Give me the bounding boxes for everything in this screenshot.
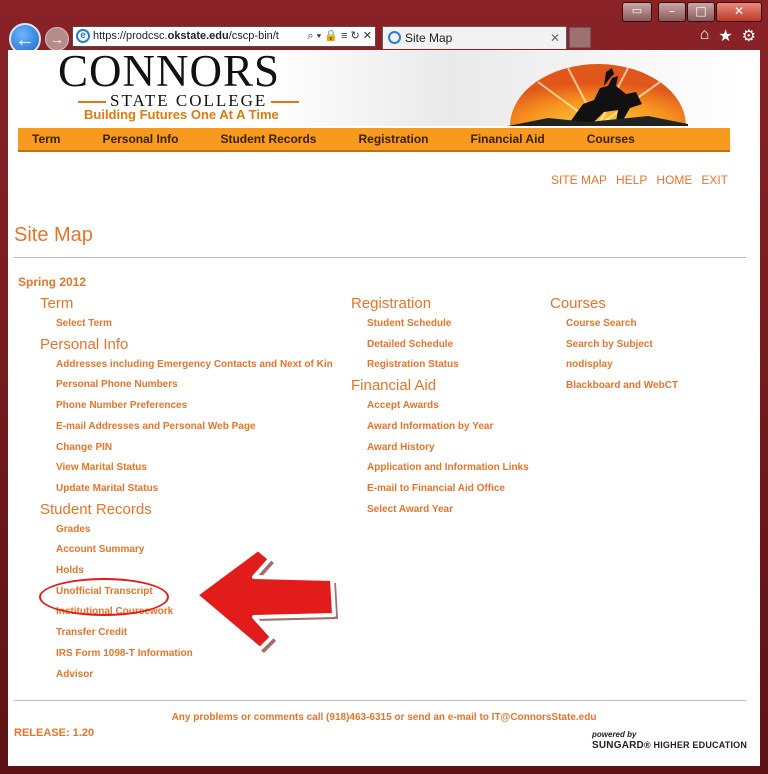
logo-tagline: Building Futures One At A Time [84,107,279,122]
menu-term[interactable]: Term [32,132,60,146]
link-nodisplay[interactable]: nodisplay [550,355,678,376]
link-update-marital-status[interactable]: Update Marital Status [40,479,333,500]
window-option-button[interactable]: ▭ [622,2,652,22]
divider [14,257,746,258]
ie-tab-icon [388,31,401,44]
link-detailed-schedule[interactable]: Detailed Schedule [351,335,529,356]
menu-registration[interactable]: Registration [358,132,428,146]
link-blackboard-webct[interactable]: Blackboard and WebCT [550,376,678,397]
home-link[interactable]: HOME [656,173,692,187]
ie-page-icon: e [76,29,90,43]
link-select-term[interactable]: Select Term [40,314,333,335]
site-map-link[interactable]: SITE MAP [551,173,607,187]
url-prefix: https://prodcsc. [93,30,168,42]
release-version: RELEASE: 1.20 [14,727,95,739]
link-grades[interactable]: Grades [40,520,333,541]
sunset-rider-logo-icon [508,64,688,126]
top-links: SITE MAP HELP HOME EXIT [551,173,728,187]
address-bar[interactable]: e https://prodcsc.okstate.edu/cscp-bin/t… [72,26,376,47]
new-tab-button[interactable] [569,27,591,48]
gear-icon[interactable]: ⚙ [742,26,756,46]
link-accept-awards[interactable]: Accept Awards [351,396,529,417]
support-message: Any problems or comments call (918)463-6… [171,712,597,723]
powered-by-label: powered by [592,730,637,739]
link-addresses[interactable]: Addresses including Emergency Contacts a… [40,355,333,376]
red-arrow-annotation-icon [194,547,338,653]
tab-site-map[interactable]: Site Map ✕ [382,26,567,49]
page-content: CONNORS STATE COLLEGE Building Futures O… [8,50,760,766]
link-advisor[interactable]: Advisor [40,665,333,686]
logo-name: CONNORS [58,50,281,96]
url-host: okstate.edu [167,30,229,42]
section-financial-aid[interactable]: Financial Aid [351,376,529,396]
link-phone-numbers[interactable]: Personal Phone Numbers [40,375,333,396]
help-link[interactable]: HELP [616,173,647,187]
link-course-search[interactable]: Course Search [550,314,678,335]
link-search-by-subject[interactable]: Search by Subject [550,335,678,356]
minimize-button[interactable]: – [658,2,686,22]
link-select-award-year[interactable]: Select Award Year [351,500,529,521]
maximize-button[interactable]: □ [687,2,715,22]
link-application-info[interactable]: Application and Information Links [351,458,529,479]
favorites-star-icon[interactable]: ★ [718,26,732,46]
site-map-column-2: Registration Student Schedule Detailed S… [351,294,529,520]
exit-link[interactable]: EXIT [701,173,728,187]
menu-personal-info[interactable]: Personal Info [102,132,178,146]
section-courses[interactable]: Courses [550,294,678,314]
section-student-records[interactable]: Student Records [40,500,333,520]
forward-button[interactable]: → [45,27,69,51]
highlight-ellipse [39,578,169,616]
tab-close-icon[interactable]: ✕ [550,27,560,49]
link-registration-status[interactable]: Registration Status [351,355,529,376]
address-actions-icon[interactable]: ⌕ ▾ 🔒 ≡ ↻ ✕ [305,27,372,46]
section-personal-info[interactable]: Personal Info [40,335,333,355]
menu-financial-aid[interactable]: Financial Aid [471,132,545,146]
section-registration[interactable]: Registration [351,294,529,314]
home-icon[interactable]: ⌂ [700,26,710,46]
link-award-info-by-year[interactable]: Award Information by Year [351,417,529,438]
sungard-logo: SUNGARD® HIGHER EDUCATION [592,740,748,751]
menu-student-records[interactable]: Student Records [220,132,316,146]
link-phone-preferences[interactable]: Phone Number Preferences [40,396,333,417]
link-award-history[interactable]: Award History [351,438,529,459]
footer-divider [14,700,746,701]
browser-window: ▭ – □ ✕ ← → e https://prodcsc.okstate.ed… [0,0,768,774]
link-change-pin[interactable]: Change PIN [40,438,333,459]
main-menu-bar: Term Personal Info Student Records Regis… [18,128,730,152]
menu-courses[interactable]: Courses [587,132,635,146]
site-map-column-3: Courses Course Search Search by Subject … [550,294,678,397]
section-term[interactable]: Term [40,294,333,314]
title-bar: ▭ – □ ✕ [0,0,768,22]
close-window-button[interactable]: ✕ [716,2,762,22]
url-path: /cscp-bin/t [228,30,279,42]
link-email-financial-aid[interactable]: E-mail to Financial Aid Office [351,479,529,500]
link-student-schedule[interactable]: Student Schedule [351,314,529,335]
college-banner: CONNORS STATE COLLEGE Building Futures O… [18,50,738,126]
link-email-addresses[interactable]: E-mail Addresses and Personal Web Page [40,417,333,438]
current-term: Spring 2012 [18,275,87,289]
link-view-marital-status[interactable]: View Marital Status [40,458,333,479]
page-title: Site Map [14,224,93,246]
tab-title: Site Map [405,31,453,45]
